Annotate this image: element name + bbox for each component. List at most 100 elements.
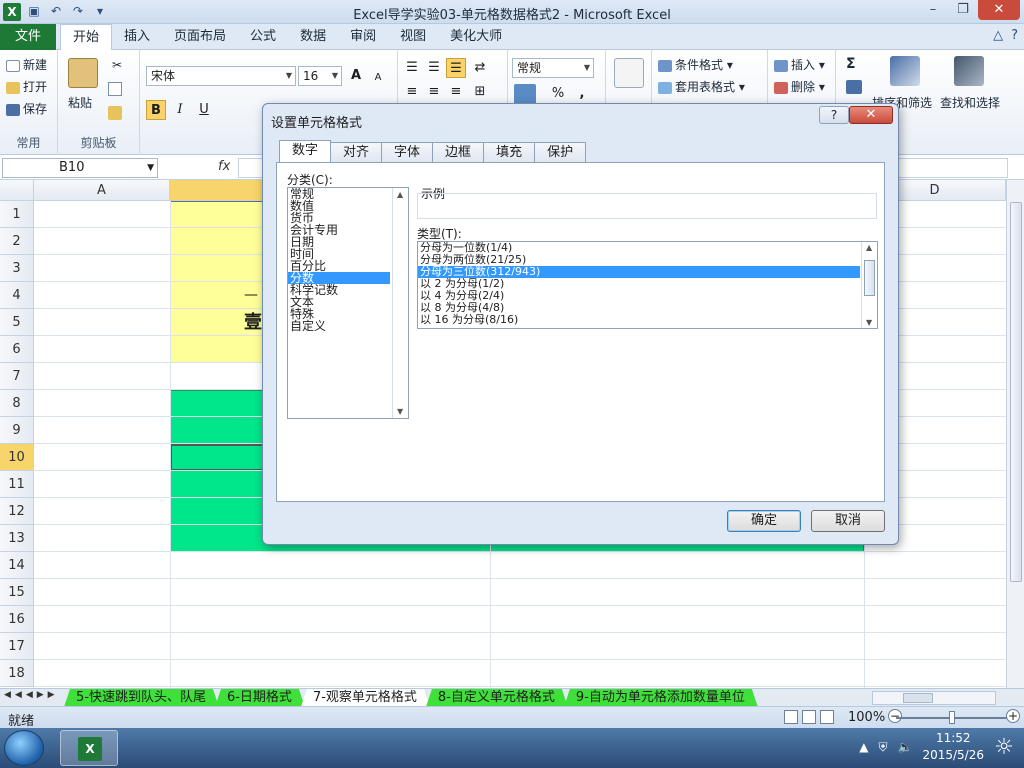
normal-view-icon[interactable] (784, 710, 798, 724)
ok-button[interactable]: 确定 (727, 510, 801, 532)
autosum-button[interactable]: Σ (846, 56, 856, 72)
row-header-6[interactable]: 6 (0, 336, 34, 363)
find-select-button[interactable]: 查找和选择 (940, 94, 1000, 111)
row-header-15[interactable]: 15 (0, 579, 34, 606)
scroll-up-icon[interactable]: ▲ (397, 190, 403, 199)
fill-icon[interactable] (846, 80, 862, 94)
row-header-17[interactable]: 17 (0, 633, 34, 660)
tab-insert[interactable]: 插入 (112, 24, 162, 50)
dialog-tab-border[interactable]: 边框 (432, 142, 485, 162)
horizontal-scrollbar[interactable] (872, 691, 996, 705)
help-icon[interactable]: ? (1011, 28, 1018, 43)
scroll-down-icon[interactable]: ▼ (397, 407, 403, 416)
align-middle-icon[interactable]: ☰ (424, 58, 444, 78)
dialog-tab-alignment[interactable]: 对齐 (330, 142, 383, 162)
row-header-10[interactable]: 10 (0, 444, 34, 471)
italic-button[interactable]: I (170, 100, 190, 120)
cut-icon[interactable]: ✂ (108, 58, 126, 72)
row-header-8[interactable]: 8 (0, 390, 34, 417)
dialog-tab-protection[interactable]: 保护 (534, 142, 587, 162)
zoom-level[interactable]: 100% (848, 710, 885, 725)
align-center-icon[interactable]: ≡ (424, 82, 444, 102)
type-item[interactable]: 以 16 为分母(8/16) (418, 314, 877, 326)
minimize-button[interactable]: – (918, 0, 948, 20)
vertical-scrollbar[interactable] (1006, 180, 1024, 688)
zoom-out-button[interactable]: − (888, 709, 902, 723)
select-all-corner[interactable] (0, 180, 34, 201)
type-list[interactable]: 分母为一位数(1/4) 分母为两位数(21/25) 分母为三位数(312/943) 以… (417, 241, 878, 329)
minimize-ribbon-icon[interactable]: △ (993, 28, 1003, 43)
format-as-table-button[interactable]: 套用表格式 ▾ (658, 78, 745, 95)
align-right-icon[interactable]: ≡ (446, 82, 466, 102)
open-button[interactable]: 打开 (6, 78, 47, 95)
row-header-9[interactable]: 9 (0, 417, 34, 444)
tab-review[interactable]: 审阅 (338, 24, 388, 50)
dialog-tab-number[interactable]: 数字 (279, 140, 332, 162)
category-item[interactable]: 自定义 (288, 320, 408, 332)
row-header-5[interactable]: 5 (0, 309, 34, 336)
copy-icon[interactable] (108, 82, 122, 96)
cancel-button[interactable]: 取消 (811, 510, 885, 532)
scroll-up-icon[interactable]: ▲ (866, 243, 872, 252)
grow-font-button[interactable]: A (346, 66, 366, 86)
shield-icon[interactable]: ⛨ (879, 740, 888, 755)
font-name-combo[interactable]: 宋体 ▼ (146, 66, 296, 86)
weather-icon[interactable]: ☼ (990, 734, 1018, 762)
shrink-font-button[interactable]: A (368, 68, 388, 88)
zoom-slider-knob[interactable] (949, 711, 955, 724)
paste-button[interactable]: 粘贴 (68, 94, 92, 111)
insert-function-button[interactable]: fx (218, 159, 230, 174)
type-list-scrollbar[interactable]: ▲ ▼ (861, 242, 877, 328)
comma-button[interactable]: , (572, 84, 592, 104)
delete-cells-button[interactable]: 删除 ▾ (774, 78, 825, 95)
maximize-button[interactable]: ❐ (948, 0, 978, 20)
row-header-7[interactable]: 7 (0, 363, 34, 390)
bold-button[interactable]: B (146, 100, 166, 120)
conditional-format-button[interactable]: 条件格式 ▾ (658, 56, 733, 73)
dialog-help-button[interactable]: ? (819, 106, 849, 124)
tab-formulas[interactable]: 公式 (238, 24, 288, 50)
tray-arrow-icon[interactable]: ▲ (859, 740, 868, 754)
row-header-16[interactable]: 16 (0, 606, 34, 633)
volume-icon[interactable]: 🔈 (898, 740, 913, 754)
wrap-text-icon[interactable]: ⇄ (470, 58, 490, 78)
binoculars-icon[interactable] (954, 56, 984, 86)
merge-icon[interactable]: ⊞ (470, 82, 490, 102)
style-sample-icon[interactable] (614, 58, 644, 88)
align-left-icon[interactable]: ≡ (402, 82, 422, 102)
dialog-close-button[interactable]: ✕ (849, 106, 893, 124)
page-break-view-icon[interactable] (820, 710, 834, 724)
sort-filter-icon[interactable] (890, 56, 920, 86)
sheet-tab-7[interactable]: 7-观察单元格格式 (301, 689, 430, 707)
new-button[interactable]: 新建 (6, 56, 47, 73)
number-format-combo[interactable]: 常规 ▼ (512, 58, 594, 78)
dialog-tab-font[interactable]: 字体 (381, 142, 434, 162)
dialog-tab-fill[interactable]: 填充 (483, 142, 536, 162)
save-ribbon-button[interactable]: 保存 (6, 100, 47, 117)
zoom-in-button[interactable]: + (1006, 709, 1020, 723)
format-painter-icon[interactable] (108, 106, 122, 120)
row-header-3[interactable]: 3 (0, 255, 34, 282)
sheet-tab-8[interactable]: 8-自定义单元格格式 (426, 689, 568, 707)
row-header-14[interactable]: 14 (0, 552, 34, 579)
name-box[interactable]: B10 ▼ (2, 158, 158, 178)
category-list-scrollbar[interactable]: ▲ ▼ (392, 188, 408, 418)
underline-button[interactable]: U (194, 100, 214, 120)
tab-page-layout[interactable]: 页面布局 (162, 24, 238, 50)
page-layout-view-icon[interactable] (802, 710, 816, 724)
tab-beautify[interactable]: 美化大师 (438, 24, 514, 50)
clock[interactable]: 11:52 2015/5/26 (922, 730, 984, 764)
tab-home[interactable]: 开始 (60, 24, 113, 50)
align-bottom-icon[interactable]: ☰ (446, 58, 466, 78)
tab-data[interactable]: 数据 (288, 24, 338, 50)
start-button[interactable] (4, 730, 44, 766)
zoom-slider[interactable] (896, 711, 1008, 724)
row-header-18[interactable]: 18 (0, 660, 34, 687)
sheet-nav-arrows[interactable]: ◀◀◀▶▶ (4, 690, 59, 700)
row-header-4[interactable]: 4 (0, 282, 34, 309)
close-button[interactable]: ✕ (978, 0, 1020, 20)
category-list[interactable]: 常规 数值 货币 会计专用 日期 时间 百分比 分数 科学记数 文本 特殊 自定义 ▲ ▼ (287, 187, 409, 419)
row-header-11[interactable]: 11 (0, 471, 34, 498)
column-header-a[interactable]: A (34, 180, 170, 201)
vertical-scroll-thumb[interactable] (1010, 202, 1022, 582)
